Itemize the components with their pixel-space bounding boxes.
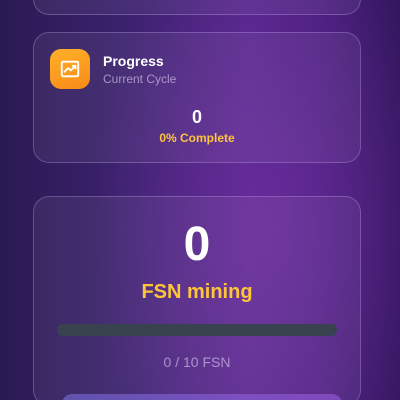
previous-card (33, 0, 361, 15)
progress-percent: 0% Complete (159, 131, 235, 145)
next-card[interactable] (62, 394, 342, 400)
mining-label: FSN mining (141, 281, 253, 303)
mining-card: 0 FSN mining 0 / 10 FSN (33, 196, 361, 400)
mining-value: 0 (183, 218, 211, 271)
progress-card: Progress Current Cycle 0 0% Complete (33, 32, 361, 163)
progress-title: Progress (103, 53, 164, 69)
progress-value: 0 (191, 107, 202, 127)
mining-progress-bar (57, 324, 337, 336)
trending-up-icon (50, 49, 90, 89)
progress-subtitle: Current Cycle (103, 72, 177, 86)
mining-count: 0 / 10 FSN (163, 354, 231, 370)
